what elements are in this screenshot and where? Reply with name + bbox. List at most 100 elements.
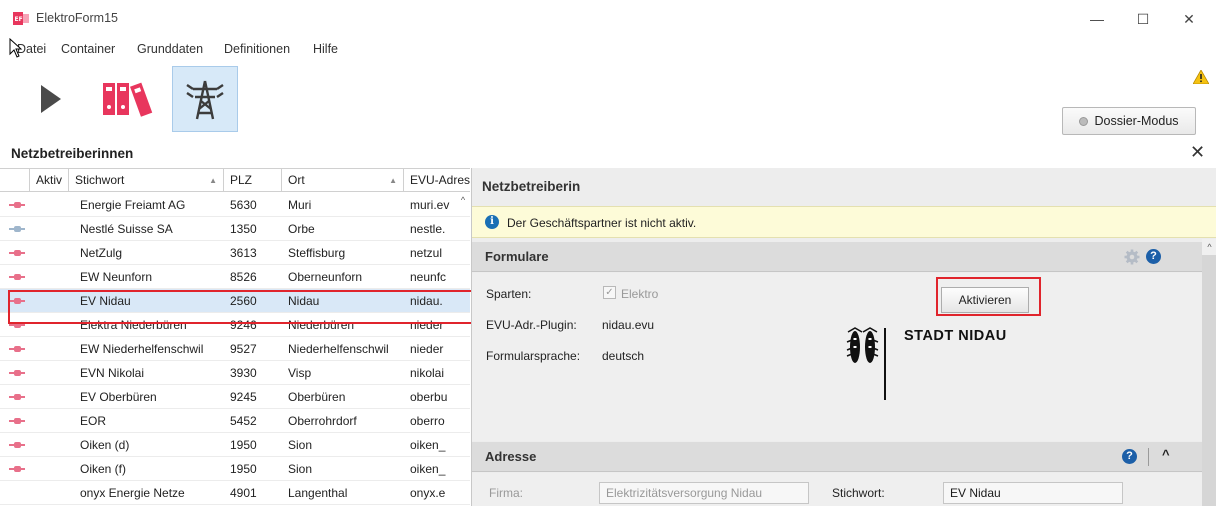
- plugin-value: nidau.evu: [602, 318, 655, 332]
- cell-plz: 3613: [230, 246, 257, 260]
- svg-text:EF: EF: [15, 16, 23, 23]
- col-ort[interactable]: Ort ▲: [281, 169, 403, 192]
- cell-evu: oberbu: [410, 390, 448, 404]
- menu-definitionen[interactable]: Definitionen: [224, 42, 290, 56]
- cell-ort: Muri: [288, 198, 312, 212]
- cell-evu: oberro: [410, 414, 445, 428]
- cell-evu: netzul: [410, 246, 443, 260]
- dossier-mode-button[interactable]: Dossier-Modus: [1062, 107, 1196, 135]
- cell-ort: Oberrohrdorf: [288, 414, 357, 428]
- cell-evu: nikolai: [410, 366, 445, 380]
- title-bar: EF ElektroForm15 — ☐ ✕: [0, 0, 1216, 36]
- menu-grunddaten[interactable]: Grunddaten: [137, 42, 203, 56]
- chevron-up-icon[interactable]: ^: [1162, 447, 1170, 462]
- connector-plug-icon: [9, 274, 25, 280]
- detail-title: Netzbetreiberin: [482, 179, 581, 194]
- logo-divider: [884, 328, 886, 400]
- forms-library-button[interactable]: [96, 66, 162, 132]
- table-row[interactable]: EVN Nikolai 3930 Visp nikolai: [0, 361, 470, 385]
- cell-ort: Oberbüren: [288, 390, 346, 404]
- mouse-cursor-icon: [9, 38, 23, 58]
- table-row[interactable]: Nestlé Suisse SA 1350 Orbe nestle.: [0, 217, 470, 241]
- stichwort-field[interactable]: EV Nidau: [943, 482, 1123, 504]
- cell-name: NetZulg: [80, 246, 123, 260]
- cell-name: EVN Nikolai: [80, 366, 145, 380]
- table-row[interactable]: Oiken (f) 1950 Sion oiken_: [0, 457, 470, 481]
- detail-panel: Netzbetreiberin i Der Geschäftspartner i…: [471, 168, 1216, 506]
- connector-plug-icon: [9, 370, 25, 376]
- col-plz[interactable]: PLZ: [223, 169, 281, 192]
- formulare-header[interactable]: Formulare ?: [472, 242, 1202, 272]
- close-panel-icon[interactable]: ✕: [1190, 142, 1205, 163]
- cell-name: Nestlé Suisse SA: [80, 222, 173, 236]
- cell-evu: muri.ev: [410, 198, 450, 212]
- cell-name: Oiken (f): [80, 462, 127, 476]
- nidau-crest-icon: [846, 327, 879, 363]
- menu-hilfe[interactable]: Hilfe: [313, 42, 338, 56]
- window-title: ElektroForm15: [36, 11, 118, 25]
- table-row[interactable]: EOR 5452 Oberrohrdorf oberro: [0, 409, 470, 433]
- cell-evu: neunfc: [410, 270, 447, 284]
- firma-field[interactable]: Elektrizitätsversorgung Nidau: [599, 482, 809, 504]
- scroll-up-icon[interactable]: ^: [1202, 239, 1216, 255]
- sprache-label: Formularsprache:: [486, 349, 581, 363]
- col-aktiv[interactable]: Aktiv: [29, 169, 68, 192]
- cell-plz: 1950: [230, 462, 257, 476]
- connector-plug-icon: [9, 226, 25, 232]
- grid-operator-button[interactable]: [172, 66, 238, 132]
- col-stichwort[interactable]: Stichwort ▲: [68, 169, 223, 192]
- cell-ort: Langenthal: [288, 486, 348, 500]
- table-row[interactable]: onyx Energie Netze 4901 Langenthal onyx.e: [0, 481, 470, 505]
- cell-name: EOR: [80, 414, 107, 428]
- menu-bar: Datei Container Grunddaten Definitionen …: [0, 40, 600, 60]
- menu-container[interactable]: Container: [61, 42, 115, 56]
- cell-ort: Oberneunforn: [288, 270, 363, 284]
- adresse-header[interactable]: Adresse ? ^: [472, 442, 1202, 472]
- plugin-label: EVU-Adr.-Plugin:: [486, 318, 577, 332]
- table-row[interactable]: EW Niederhelfenschwil 9527 Niederhelfensch…: [0, 337, 470, 361]
- formulare-body: Sparten: ✓ Elektro EVU-Adr.-Plugin: nida…: [472, 273, 1202, 441]
- cell-name: EW Neunforn: [80, 270, 153, 284]
- detail-scrollbar[interactable]: ^: [1202, 239, 1216, 506]
- cell-ort: Orbe: [288, 222, 315, 236]
- formulare-title: Formulare: [485, 249, 549, 264]
- play-button[interactable]: [16, 66, 82, 132]
- connector-plug-icon: [9, 418, 25, 424]
- col-stichwort-label: Stichwort: [75, 173, 125, 187]
- cell-ort: Visp: [288, 366, 312, 380]
- table-row[interactable]: NetZulg 3613 Steffisburg netzul: [0, 241, 470, 265]
- table-row[interactable]: EW Neunforn 8526 Oberneunforn neunfc: [0, 265, 470, 289]
- gear-icon[interactable]: [1124, 249, 1140, 265]
- maximize-button[interactable]: ☐: [1120, 4, 1166, 34]
- elektro-checkbox: ✓: [603, 286, 616, 299]
- table-row[interactable]: Energie Freiamt AG 5630 Muri muri.ev: [0, 193, 470, 217]
- header-separator: [1148, 448, 1149, 466]
- connector-plug-icon: [9, 466, 25, 472]
- sparten-label: Sparten:: [486, 287, 532, 301]
- close-window-button[interactable]: ✕: [1166, 4, 1212, 34]
- cell-plz: 5630: [230, 198, 257, 212]
- selection-highlight-frame: [8, 290, 475, 324]
- cell-name: EW Niederhelfenschwil: [80, 342, 204, 356]
- col-evu[interactable]: EVU-Adres: [403, 169, 470, 192]
- power-pylon-icon: [186, 80, 224, 120]
- cell-name: EV Oberbüren: [80, 390, 157, 404]
- cell-plz: 1950: [230, 438, 257, 452]
- elektro-checkbox-label: Elektro: [621, 287, 659, 301]
- table-scroll-up[interactable]: ^: [456, 193, 470, 207]
- cell-name: onyx Energie Netze: [80, 486, 185, 500]
- operators-table: Aktiv Stichwort ▲ PLZ Ort ▲ EVU-Adres En…: [0, 168, 470, 506]
- connector-plug-icon: [9, 202, 25, 208]
- table-row[interactable]: Oiken (d) 1950 Sion oiken_: [0, 433, 470, 457]
- cell-evu: onyx.e: [410, 486, 446, 500]
- help-icon[interactable]: ?: [1122, 449, 1137, 464]
- cell-plz: 5452: [230, 414, 257, 428]
- cell-ort: Sion: [288, 438, 313, 452]
- warning-icon[interactable]: [1193, 70, 1209, 84]
- stichwort-label: Stichwort:: [832, 486, 885, 500]
- info-text: Der Geschäftspartner ist nicht aktiv.: [507, 216, 697, 230]
- table-row[interactable]: EV Oberbüren 9245 Oberbüren oberbu: [0, 385, 470, 409]
- minimize-button[interactable]: —: [1074, 4, 1120, 34]
- sort-asc-icon: ▲: [389, 176, 397, 185]
- help-icon[interactable]: ?: [1146, 249, 1161, 264]
